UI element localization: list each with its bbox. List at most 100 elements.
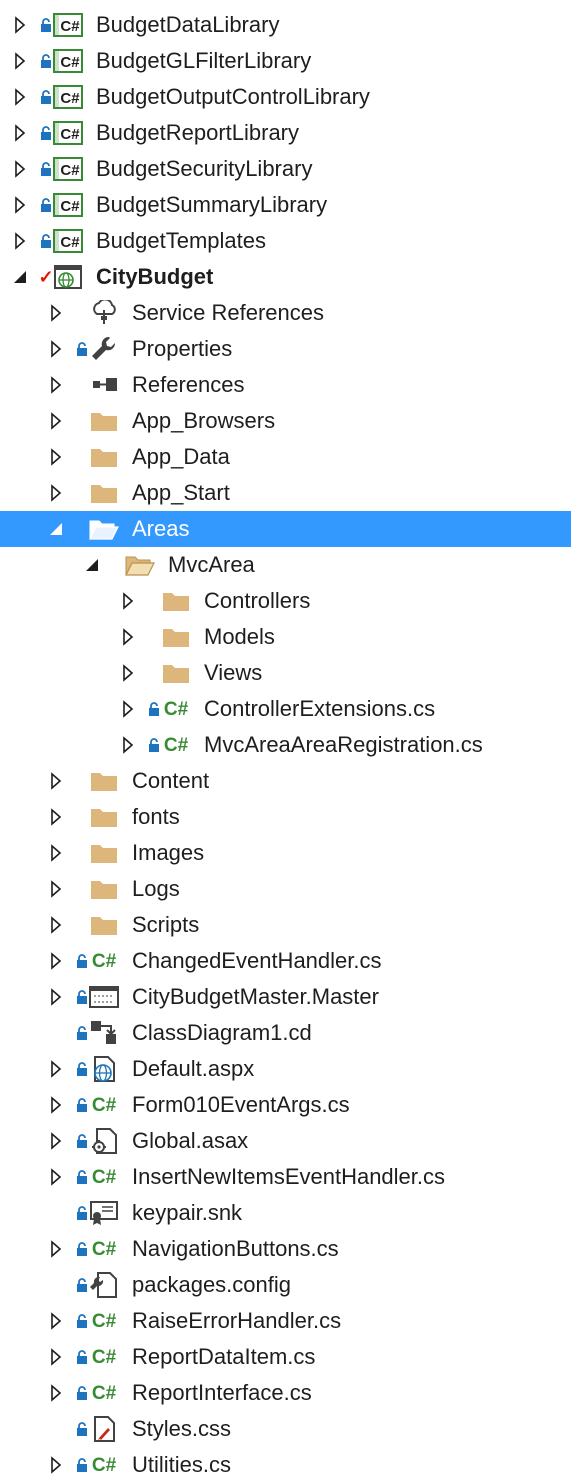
expanded-arrow-icon[interactable]	[48, 511, 64, 547]
tree-item[interactable]: Models	[0, 619, 571, 655]
lock-icon	[148, 691, 160, 727]
tree-item[interactable]: C# RaiseErrorHandler.cs	[0, 1303, 571, 1339]
collapsed-arrow-icon[interactable]	[48, 1231, 64, 1267]
tree-item[interactable]: Controllers	[0, 583, 571, 619]
tree-item[interactable]: Content	[0, 763, 571, 799]
tree-item[interactable]: C# NavigationButtons.cs	[0, 1231, 571, 1267]
collapsed-arrow-icon[interactable]	[48, 763, 64, 799]
tree-item[interactable]: C# BudgetSecurityLibrary	[0, 151, 571, 187]
tree-item-label: Models	[204, 624, 275, 649]
tree-item[interactable]: Global.asax	[0, 1123, 571, 1159]
collapsed-arrow-icon[interactable]	[48, 799, 64, 835]
pending-change-check-icon: ✓	[38, 266, 54, 287]
web-project-icon	[52, 259, 84, 295]
tree-item[interactable]: C# BudgetReportLibrary	[0, 115, 571, 151]
tree-item[interactable]: Properties	[0, 331, 571, 367]
tree-item[interactable]: App_Data	[0, 439, 571, 475]
collapsed-arrow-icon[interactable]	[48, 1339, 64, 1375]
collapsed-arrow-icon[interactable]	[48, 1303, 64, 1339]
tree-item-label: App_Start	[132, 480, 230, 505]
tree-item[interactable]: C# BudgetDataLibrary	[0, 7, 571, 43]
tree-item[interactable]: Styles.css	[0, 1411, 571, 1447]
collapsed-arrow-icon[interactable]	[48, 979, 64, 1015]
tree-item[interactable]: Views	[0, 655, 571, 691]
collapsed-arrow-icon[interactable]	[48, 943, 64, 979]
tree-item[interactable]: C# ControllerExtensions.cs	[0, 691, 571, 727]
folder-icon	[88, 475, 120, 511]
tree-item[interactable]: packages.config	[0, 1267, 571, 1303]
collapsed-arrow-icon[interactable]	[120, 619, 136, 655]
tree-item[interactable]: CityBudgetMaster.Master	[0, 979, 571, 1015]
folder-icon	[88, 835, 120, 871]
tree-item[interactable]: fonts	[0, 799, 571, 835]
tree-item[interactable]: C# ChangedEventHandler.cs	[0, 943, 571, 979]
tree-item[interactable]: Scripts	[0, 907, 571, 943]
tree-item[interactable]: C# BudgetSummaryLibrary	[0, 187, 571, 223]
collapsed-arrow-icon[interactable]	[48, 907, 64, 943]
collapsed-arrow-icon[interactable]	[12, 223, 28, 259]
csproj-icon: C#	[52, 7, 84, 43]
stylesheet-icon	[88, 1411, 120, 1447]
collapsed-arrow-icon[interactable]	[48, 1123, 64, 1159]
tree-item[interactable]: C# Form010EventArgs.cs	[0, 1087, 571, 1123]
collapsed-arrow-icon[interactable]	[48, 295, 64, 331]
collapsed-arrow-icon[interactable]	[48, 331, 64, 367]
tree-item[interactable]: App_Start	[0, 475, 571, 511]
collapsed-arrow-icon[interactable]	[48, 403, 64, 439]
tree-item[interactable]: C# MvcAreaAreaRegistration.cs	[0, 727, 571, 763]
collapsed-arrow-icon[interactable]	[48, 1375, 64, 1411]
tree-item[interactable]: ✓ CityBudget	[0, 259, 571, 295]
collapsed-arrow-icon[interactable]	[48, 367, 64, 403]
collapsed-arrow-icon[interactable]	[12, 151, 28, 187]
tree-item-label: Areas	[132, 516, 190, 541]
tree-item[interactable]: C# BudgetTemplates	[0, 223, 571, 259]
tree-item[interactable]: Default.aspx	[0, 1051, 571, 1087]
collapsed-arrow-icon[interactable]	[120, 583, 136, 619]
tree-item-label: Content	[132, 768, 210, 793]
tree-item-label: Service References	[132, 300, 324, 325]
collapsed-arrow-icon[interactable]	[48, 871, 64, 907]
svg-text:C#: C#	[92, 1095, 117, 1116]
tree-item[interactable]: App_Browsers	[0, 403, 571, 439]
tree-item[interactable]: C# InsertNewItemsEventHandler.cs	[0, 1159, 571, 1195]
tree-item-label: Global.asax	[132, 1128, 249, 1153]
tree-item-label: keypair.snk	[132, 1200, 243, 1225]
collapsed-arrow-icon[interactable]	[120, 727, 136, 763]
svg-text:C#: C#	[60, 90, 80, 107]
collapsed-arrow-icon[interactable]	[48, 439, 64, 475]
collapsed-arrow-icon[interactable]	[48, 1051, 64, 1087]
tree-item[interactable]: C# Utilities.cs	[0, 1447, 571, 1483]
tree-item[interactable]: C# ReportInterface.cs	[0, 1375, 571, 1411]
csharp-file-icon: C#	[160, 691, 192, 727]
expanded-arrow-icon[interactable]	[12, 259, 28, 295]
collapsed-arrow-icon[interactable]	[12, 79, 28, 115]
tree-item[interactable]: References	[0, 367, 571, 403]
collapsed-arrow-icon[interactable]	[48, 1447, 64, 1483]
collapsed-arrow-icon[interactable]	[48, 475, 64, 511]
collapsed-arrow-icon[interactable]	[48, 835, 64, 871]
collapsed-arrow-icon[interactable]	[48, 1087, 64, 1123]
tree-item[interactable]: Areas	[0, 511, 571, 547]
collapsed-arrow-icon[interactable]	[120, 691, 136, 727]
tree-item[interactable]: C# ReportDataItem.cs	[0, 1339, 571, 1375]
lock-icon	[76, 1087, 88, 1123]
collapsed-arrow-icon[interactable]	[12, 187, 28, 223]
collapsed-arrow-icon[interactable]	[12, 115, 28, 151]
collapsed-arrow-icon[interactable]	[48, 1159, 64, 1195]
collapsed-arrow-icon[interactable]	[120, 655, 136, 691]
tree-item-label: ControllerExtensions.cs	[204, 696, 436, 721]
wrench-icon	[88, 331, 120, 367]
tree-item-label: InsertNewItemsEventHandler.cs	[132, 1164, 446, 1189]
collapsed-arrow-icon[interactable]	[12, 43, 28, 79]
tree-item[interactable]: MvcArea	[0, 547, 571, 583]
tree-item[interactable]: Logs	[0, 871, 571, 907]
tree-item[interactable]: keypair.snk	[0, 1195, 571, 1231]
tree-item[interactable]: Service References	[0, 295, 571, 331]
collapsed-arrow-icon[interactable]	[12, 7, 28, 43]
tree-item[interactable]: C# BudgetGLFilterLibrary	[0, 43, 571, 79]
svg-text:C#: C#	[60, 18, 80, 35]
tree-item[interactable]: Images	[0, 835, 571, 871]
tree-item[interactable]: C# BudgetOutputControlLibrary	[0, 79, 571, 115]
tree-item[interactable]: ClassDiagram1.cd	[0, 1015, 571, 1051]
expanded-arrow-icon[interactable]	[84, 547, 100, 583]
